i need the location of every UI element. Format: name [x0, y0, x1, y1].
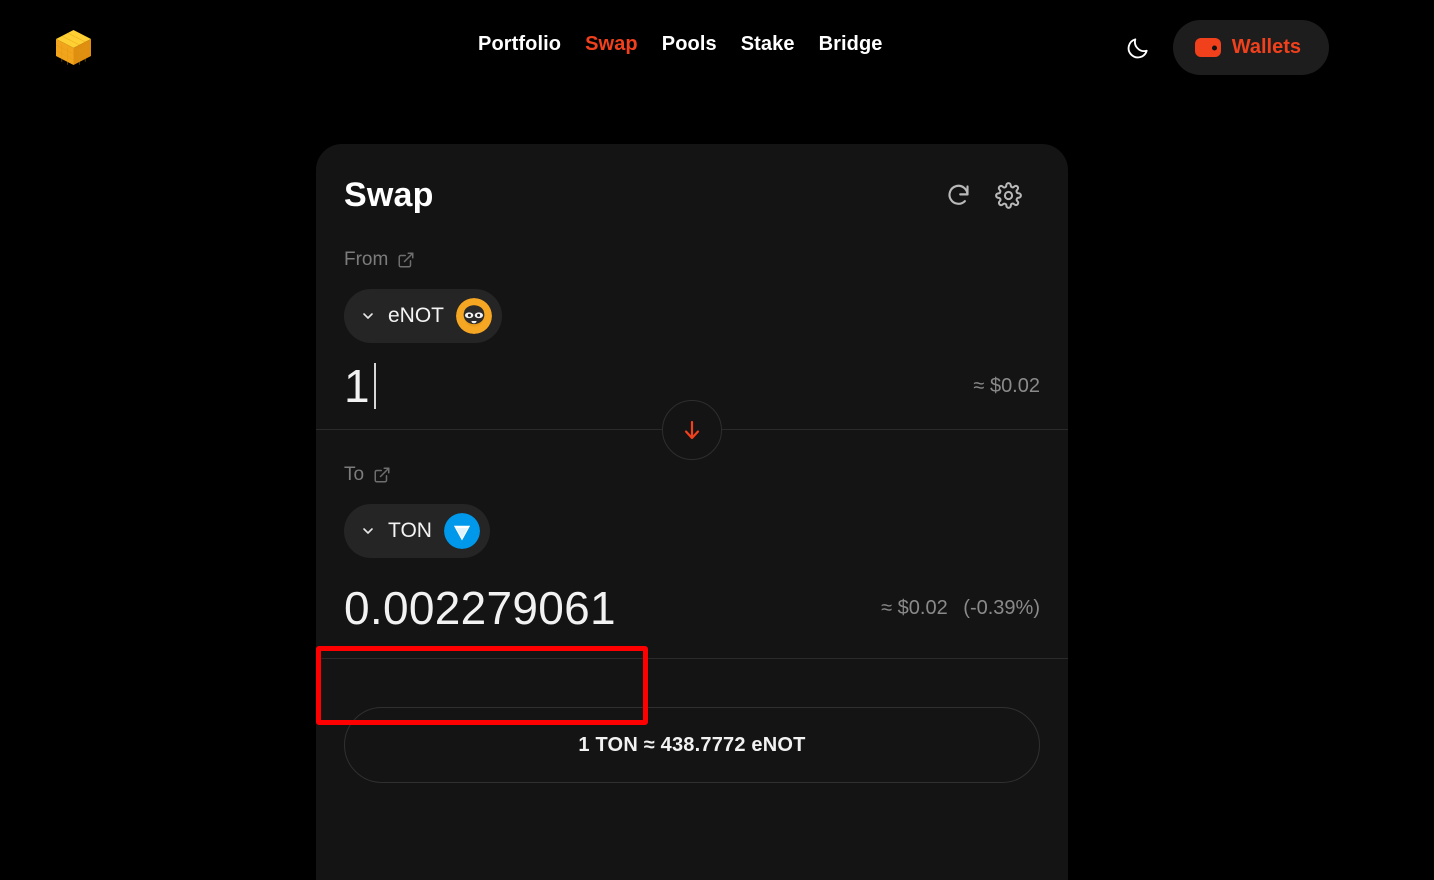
- chevron-down-icon: [363, 313, 373, 319]
- notcoin-raccoon-icon: [456, 298, 493, 334]
- from-token-symbol: eNOT: [388, 304, 445, 327]
- theme-toggle-button[interactable]: [1121, 31, 1155, 65]
- wallet-icon: [1194, 38, 1221, 57]
- settings-button[interactable]: [993, 181, 1023, 211]
- nav-item-stake[interactable]: Stake: [741, 33, 795, 56]
- wallets-button-label: Wallets: [1231, 36, 1301, 58]
- refresh-button[interactable]: [943, 181, 973, 211]
- to-amount-input[interactable]: 0.002279061: [344, 581, 616, 635]
- to-token-symbol: TON: [388, 519, 432, 542]
- external-link-icon[interactable]: [373, 466, 391, 484]
- from-amount-value: 1: [344, 360, 370, 412]
- app-header: Portfolio Swap Pools Stake Bridge Wallet…: [0, 0, 1434, 95]
- gold-cube-logo-icon: [55, 30, 92, 65]
- from-label: From: [344, 249, 389, 270]
- app-logo[interactable]: [51, 25, 96, 70]
- exchange-rate-button[interactable]: 1 TON ≈ 438.7772 eNOT: [344, 707, 1040, 783]
- to-token-selector[interactable]: TON: [344, 504, 490, 558]
- switch-direction-button[interactable]: [662, 400, 722, 460]
- main-navigation: Portfolio Swap Pools Stake Bridge: [478, 33, 883, 56]
- section-divider-bottom: [316, 658, 1068, 659]
- wallets-button[interactable]: Wallets: [1172, 20, 1329, 75]
- from-token-selector[interactable]: eNOT: [344, 289, 503, 343]
- nav-item-bridge[interactable]: Bridge: [819, 33, 883, 56]
- nav-item-swap[interactable]: Swap: [585, 33, 638, 56]
- to-amount-usd-value: ≈ $0.02: [881, 596, 948, 619]
- chevron-down-icon: [363, 528, 373, 534]
- nav-item-pools[interactable]: Pools: [662, 33, 717, 56]
- swap-card-header: Swap: [316, 144, 1068, 215]
- swap-from-section: From eNOT: [316, 249, 1068, 343]
- to-label-row: To: [344, 464, 1040, 486]
- moon-icon: [1127, 37, 1148, 58]
- refresh-icon: [947, 184, 969, 205]
- to-amount-usd: ≈ $0.02 (-0.39%): [881, 597, 1040, 620]
- arrow-down-icon: [684, 420, 700, 440]
- ton-diamond-icon: [443, 513, 480, 549]
- header-actions: Wallets: [1121, 20, 1329, 75]
- from-label-row: From: [344, 249, 1040, 271]
- page-title: Swap: [344, 176, 434, 214]
- external-link-icon[interactable]: [397, 251, 415, 269]
- to-amount-value: 0.002279061: [344, 582, 616, 634]
- swap-card-actions: [943, 181, 1023, 211]
- to-label: To: [344, 464, 365, 485]
- swap-to-section: To TON: [316, 464, 1068, 558]
- to-amount-row: 0.002279061 ≈ $0.02 (-0.39%): [316, 558, 1068, 658]
- nav-item-portfolio[interactable]: Portfolio: [478, 33, 561, 56]
- gear-icon: [994, 182, 1022, 209]
- from-amount-usd: ≈ $0.02: [973, 374, 1040, 397]
- from-amount-input[interactable]: 1: [344, 359, 376, 413]
- to-amount-percent: (-0.39%): [963, 596, 1040, 619]
- swap-card: Swap From eNOT 1 ≈ $0.02 To TON 0.002279…: [316, 144, 1068, 880]
- text-cursor: [373, 363, 376, 409]
